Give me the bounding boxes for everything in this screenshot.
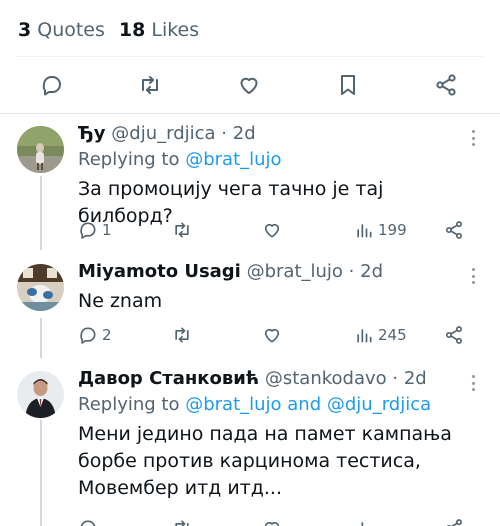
like-icon: [264, 328, 280, 343]
timestamp[interactable]: · 2d: [349, 261, 383, 282]
reply-icon: [80, 327, 96, 344]
views-icon: [361, 522, 364, 526]
retweet-button[interactable]: [172, 218, 192, 242]
share-button[interactable]: [428, 68, 464, 102]
reply-button[interactable]: 2: [78, 323, 112, 347]
like-icon: [264, 521, 280, 526]
replying-prefix: Replying to: [78, 394, 180, 415]
author-name[interactable]: Miyamoto Usagi: [78, 261, 241, 282]
like-button[interactable]: [262, 323, 282, 347]
reply-action-bar: [78, 516, 478, 526]
bookmark-icon: [341, 75, 355, 95]
more-options-icon[interactable]: [468, 373, 478, 393]
reply-tweet[interactable]: Давор Станковић @stankodavo · 2d Replyin…: [0, 367, 500, 526]
share-icon: [446, 326, 462, 344]
avatar[interactable]: [17, 371, 64, 418]
views-count: 199: [378, 221, 407, 239]
more-options-icon[interactable]: [468, 128, 478, 148]
views-icon: [357, 329, 372, 343]
reply-tweet[interactable]: Ђу @dju_rdjica · 2d Replying to @brat_lu…: [0, 122, 500, 252]
reply-icon: [80, 520, 96, 526]
like-button[interactable]: [262, 218, 282, 242]
reply-icon: [80, 222, 96, 239]
replying-to: Replying to @brat_lujo: [78, 148, 460, 172]
quotes-count[interactable]: 3: [18, 19, 31, 41]
avatar[interactable]: [17, 126, 64, 173]
reply-button[interactable]: 1: [78, 218, 112, 242]
retweet-button[interactable]: [132, 68, 168, 102]
likes-count[interactable]: 18: [119, 19, 145, 41]
quotes-label[interactable]: Quotes: [37, 19, 105, 41]
engagement-stats: 3 Quotes 18 Likes: [18, 18, 199, 42]
reply-count: 2: [102, 326, 112, 344]
author-handle[interactable]: @stankodavo: [265, 368, 387, 389]
likes-label[interactable]: Likes: [151, 19, 199, 41]
views-count: 245: [378, 326, 407, 344]
share-icon: [436, 74, 456, 96]
share-icon: [446, 519, 462, 526]
replying-prefix: Replying to: [78, 149, 180, 170]
share-button[interactable]: [444, 218, 464, 242]
tweet-text: Ne znam: [78, 290, 163, 312]
reply-header: Ђу @dju_rdjica · 2d: [78, 122, 460, 146]
replying-link[interactable]: @brat_lujo and @dju_rdjica: [185, 394, 431, 415]
retweet-icon: [175, 222, 189, 238]
share-button[interactable]: [444, 516, 464, 526]
reply-icon: [42, 76, 61, 96]
retweet-icon: [175, 520, 189, 526]
tweet-text: Мени једино пада на памет кампања борбе …: [78, 423, 452, 499]
share-button[interactable]: [444, 323, 464, 347]
author-handle[interactable]: @dju_rdjica: [111, 123, 215, 144]
retweet-icon: [175, 327, 189, 343]
views-icon: [357, 224, 372, 238]
avatar[interactable]: [17, 264, 64, 311]
like-button[interactable]: [262, 516, 282, 526]
retweet-button[interactable]: [172, 323, 192, 347]
timestamp[interactable]: · 2d: [221, 123, 255, 144]
timestamp[interactable]: · 2d: [392, 368, 426, 389]
reply-header: Miyamoto Usagi @brat_lujo · 2d: [78, 260, 460, 284]
reply-button[interactable]: [34, 68, 70, 102]
reply-action-bar: 1 199: [78, 218, 478, 242]
tweet-action-bar: [0, 68, 500, 102]
share-icon: [446, 221, 462, 239]
like-button[interactable]: [231, 68, 267, 102]
reply-tweet[interactable]: Miyamoto Usagi @brat_lujo · 2d Ne znam 2…: [0, 260, 500, 360]
author-handle[interactable]: @brat_lujo: [247, 261, 343, 282]
like-icon: [240, 77, 258, 94]
reply-action-bar: 2 245: [78, 323, 478, 347]
author-name[interactable]: Ђу: [78, 123, 106, 144]
views-button[interactable]: [354, 516, 374, 526]
retweet-icon: [142, 76, 158, 94]
replying-to: Replying to @brat_lujo and @dju_rdjica: [78, 393, 460, 417]
retweet-button[interactable]: [172, 516, 192, 526]
divider: [0, 113, 500, 114]
views-button[interactable]: 245: [354, 323, 407, 347]
reply-button[interactable]: [78, 516, 98, 526]
more-options-icon[interactable]: [468, 266, 478, 286]
views-button[interactable]: 199: [354, 218, 407, 242]
author-name[interactable]: Давор Станковић: [78, 368, 259, 389]
like-icon: [264, 223, 280, 238]
reply-count: 1: [102, 221, 112, 239]
reply-header: Давор Станковић @stankodavo · 2d: [78, 367, 460, 391]
bookmark-button[interactable]: [330, 68, 366, 102]
divider: [16, 56, 484, 57]
replying-link[interactable]: @brat_lujo: [185, 149, 281, 170]
